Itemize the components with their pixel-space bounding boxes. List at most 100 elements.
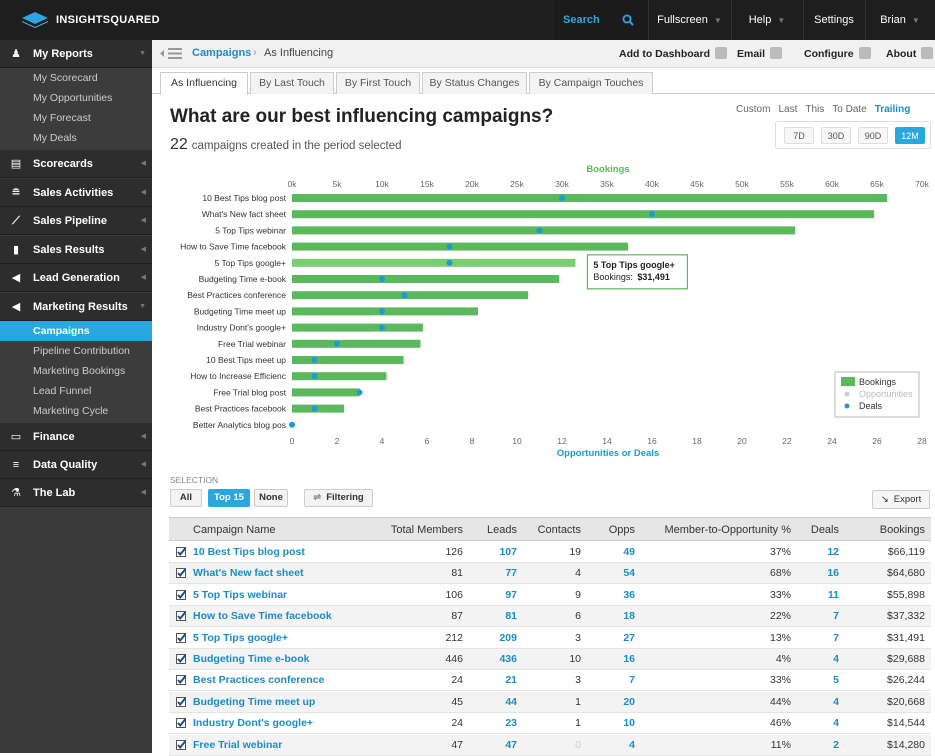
opps-link[interactable]: 16 bbox=[587, 649, 635, 670]
sidebar-section-sales-activities[interactable]: ≘ Sales Activities ◀ bbox=[0, 178, 152, 207]
column-header-total-members[interactable]: Total Members bbox=[379, 518, 463, 542]
row-checkbox[interactable] bbox=[176, 696, 186, 707]
sidebar-item-campaigns[interactable]: Campaigns bbox=[0, 320, 152, 341]
sidebar-item-lead-funnel[interactable]: Lead Funnel bbox=[0, 380, 152, 401]
deals-link[interactable]: 12 bbox=[797, 542, 839, 563]
fullscreen-menu[interactable]: Fullscreen ▼ bbox=[648, 0, 731, 40]
column-header-deals[interactable]: Deals bbox=[797, 518, 839, 542]
campaign-name-link[interactable]: How to Save Time facebook bbox=[193, 606, 373, 627]
logo[interactable]: INSIGHTSQUARED bbox=[22, 11, 160, 29]
campaign-name-link[interactable]: Free Trial webinar bbox=[193, 735, 373, 756]
leads-link[interactable]: 77 bbox=[469, 563, 517, 584]
leads-link[interactable]: 23 bbox=[469, 713, 517, 734]
sidebar-item-my-scorecard[interactable]: My Scorecard bbox=[0, 68, 152, 88]
deals-link[interactable]: 7 bbox=[797, 628, 839, 649]
leads-link[interactable]: 209 bbox=[469, 628, 517, 649]
period-button-7d[interactable]: 7D bbox=[784, 127, 814, 144]
column-header-leads[interactable]: Leads bbox=[469, 518, 517, 542]
help-menu[interactable]: Help ▼ bbox=[731, 0, 803, 40]
row-checkbox[interactable] bbox=[176, 568, 186, 579]
campaign-name-link[interactable]: What's New fact sheet bbox=[193, 563, 373, 584]
period-button-12m[interactable]: 12M bbox=[895, 127, 925, 144]
configure-button[interactable]: Configure bbox=[804, 47, 871, 60]
tab-by-campaign-touches[interactable]: By Campaign Touches bbox=[529, 72, 653, 94]
search-button[interactable]: Search bbox=[555, 0, 648, 40]
opps-link[interactable]: 36 bbox=[587, 585, 635, 606]
leads-link[interactable]: 107 bbox=[469, 542, 517, 563]
opps-link[interactable]: 27 bbox=[587, 628, 635, 649]
column-header-opps[interactable]: Opps bbox=[587, 518, 635, 542]
sidebar-section-the-lab[interactable]: ⚗ The Lab ◀ bbox=[0, 478, 152, 507]
row-checkbox[interactable] bbox=[176, 632, 186, 643]
tab-as-influencing[interactable]: As Influencing bbox=[160, 72, 248, 95]
period-type-last[interactable]: Last bbox=[778, 104, 797, 115]
deals-link[interactable]: 4 bbox=[797, 692, 839, 713]
leads-link[interactable]: 81 bbox=[469, 606, 517, 627]
row-checkbox[interactable] bbox=[176, 718, 186, 729]
select-top15-button[interactable]: Top 15 bbox=[208, 489, 250, 507]
sidebar-section-finance[interactable]: ▭ Finance ◀ bbox=[0, 422, 152, 451]
opps-link[interactable]: 18 bbox=[587, 606, 635, 627]
period-button-30d[interactable]: 30D bbox=[821, 127, 851, 144]
column-header-campaign-name[interactable]: Campaign Name bbox=[193, 518, 373, 542]
sidebar-section-sales-results[interactable]: ▮ Sales Results ◀ bbox=[0, 235, 152, 264]
filtering-button[interactable]: ⇌ Filtering bbox=[304, 489, 373, 507]
campaign-name-link[interactable]: Budgeting Time meet up bbox=[193, 692, 373, 713]
select-all-button[interactable]: All bbox=[170, 489, 202, 507]
campaign-name-link[interactable]: 10 Best Tips blog post bbox=[193, 542, 373, 563]
user-menu[interactable]: Brian ▼ bbox=[865, 0, 935, 40]
deals-link[interactable]: 11 bbox=[797, 585, 839, 606]
campaign-name-link[interactable]: Industry Dont's google+ bbox=[193, 713, 373, 734]
campaign-name-link[interactable]: 5 Top Tips webinar bbox=[193, 585, 373, 606]
sidebar-section-sales-pipeline[interactable]: ⟋ Sales Pipeline ◀ bbox=[0, 207, 152, 235]
sidebar-section-scorecards[interactable]: ▤ Scorecards ◀ bbox=[0, 150, 152, 178]
period-type-this[interactable]: This bbox=[805, 104, 824, 115]
period-type-trailing[interactable]: Trailing bbox=[875, 104, 911, 115]
leads-link[interactable]: 97 bbox=[469, 585, 517, 606]
sidebar-item-my-opportunities[interactable]: My Opportunities bbox=[0, 88, 152, 108]
leads-link[interactable]: 436 bbox=[469, 649, 517, 670]
sidebar-section-lead-generation[interactable]: ◀ Lead Generation ◀ bbox=[0, 264, 152, 292]
column-header-bookings[interactable]: Bookings bbox=[845, 518, 925, 542]
sidebar-section-data-quality[interactable]: ≡ Data Quality ◀ bbox=[0, 450, 152, 479]
deals-link[interactable]: 4 bbox=[797, 649, 839, 670]
opps-link[interactable]: 54 bbox=[587, 563, 635, 584]
select-none-button[interactable]: None bbox=[254, 489, 288, 507]
deals-link[interactable]: 5 bbox=[797, 670, 839, 691]
tab-by-last-touch[interactable]: By Last Touch bbox=[250, 72, 334, 94]
campaign-name-link[interactable]: Best Practices conference bbox=[193, 670, 373, 691]
opps-link[interactable]: 7 bbox=[587, 670, 635, 691]
row-checkbox[interactable] bbox=[176, 739, 186, 750]
campaign-name-link[interactable]: Budgeting Time e-book bbox=[193, 649, 373, 670]
sidebar-item-pipeline-contribution[interactable]: Pipeline Contribution bbox=[0, 340, 152, 361]
deals-link[interactable]: 2 bbox=[797, 735, 839, 756]
campaign-name-link[interactable]: 5 Top Tips google+ bbox=[193, 628, 373, 649]
column-header-contacts[interactable]: Contacts bbox=[523, 518, 581, 542]
sidebar-item-marketing-cycle[interactable]: Marketing Cycle bbox=[0, 400, 152, 421]
opps-link[interactable]: 20 bbox=[587, 692, 635, 713]
tab-by-first-touch[interactable]: By First Touch bbox=[336, 72, 420, 94]
email-button[interactable]: Email bbox=[737, 47, 783, 60]
deals-link[interactable]: 4 bbox=[797, 713, 839, 734]
deals-link[interactable]: 7 bbox=[797, 606, 839, 627]
opps-link[interactable]: 4 bbox=[587, 735, 635, 756]
breadcrumb-link[interactable]: Campaigns bbox=[192, 47, 251, 59]
row-checkbox[interactable] bbox=[176, 654, 186, 664]
period-button-90d[interactable]: 90D bbox=[858, 127, 888, 144]
opps-link[interactable]: 10 bbox=[587, 713, 635, 734]
leads-link[interactable]: 47 bbox=[469, 735, 517, 756]
tab-by-status-changes[interactable]: By Status Changes bbox=[422, 72, 527, 94]
add-to-dashboard-button[interactable]: Add to Dashboard bbox=[619, 47, 727, 60]
sidebar-item-my-deals[interactable]: My Deals bbox=[0, 128, 152, 148]
sidebar-section-my-reports[interactable]: ♟ My Reports ▼ bbox=[0, 40, 152, 68]
period-type-to-date[interactable]: To Date bbox=[832, 104, 866, 115]
export-button[interactable]: ↘ Export bbox=[872, 490, 930, 509]
column-header-member-to-opportunity-[interactable]: Member-to-Opportunity % bbox=[641, 518, 791, 542]
opps-link[interactable]: 49 bbox=[587, 542, 635, 563]
settings-button[interactable]: Settings bbox=[803, 0, 865, 40]
row-checkbox[interactable] bbox=[176, 675, 186, 686]
collapse-menu-icon[interactable] bbox=[160, 48, 182, 59]
row-checkbox[interactable] bbox=[176, 611, 186, 622]
leads-link[interactable]: 21 bbox=[469, 670, 517, 691]
sidebar-item-marketing-bookings[interactable]: Marketing Bookings bbox=[0, 360, 152, 381]
